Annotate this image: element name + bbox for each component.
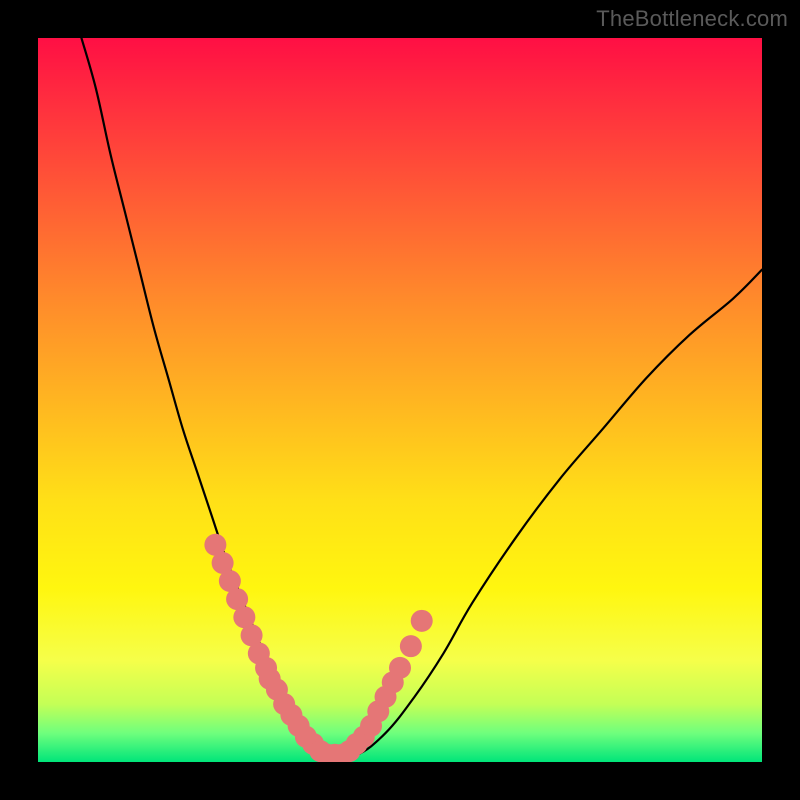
watermark-text: TheBottleneck.com — [596, 6, 788, 32]
highlight-dot — [400, 635, 422, 657]
highlight-dot — [411, 610, 433, 632]
outer-frame: TheBottleneck.com — [0, 0, 800, 800]
plot-area — [38, 38, 762, 762]
highlight-dot — [389, 657, 411, 679]
highlight-dots — [38, 38, 762, 762]
